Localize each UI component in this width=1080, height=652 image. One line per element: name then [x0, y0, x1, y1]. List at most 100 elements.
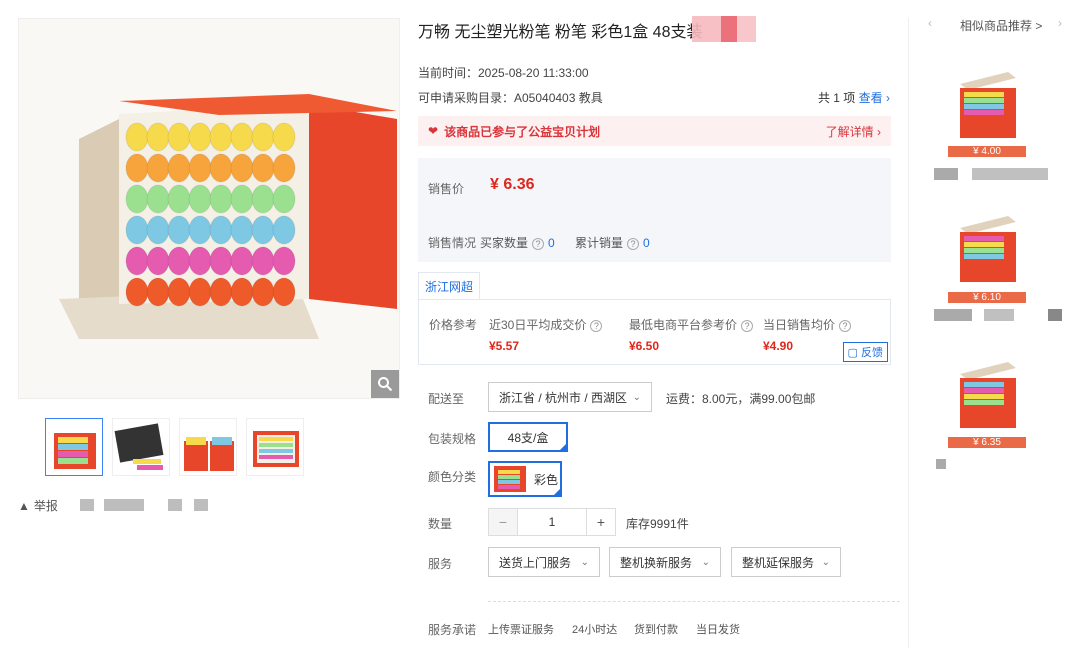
- chalk-stick: [209, 184, 233, 214]
- color-option-multi[interactable]: 彩色: [488, 461, 562, 497]
- thumbnail-3[interactable]: [179, 418, 237, 476]
- chalk-stick: [146, 246, 170, 276]
- feedback-button[interactable]: ▢ 反馈: [842, 342, 888, 362]
- chalk-stick: [251, 184, 275, 214]
- chalk-stick: [125, 122, 149, 152]
- chalk-stick: [230, 277, 254, 307]
- view-link[interactable]: 查看: [859, 91, 883, 105]
- help-icon[interactable]: ?: [627, 238, 640, 250]
- recommend-item-1[interactable]: [948, 54, 1026, 144]
- chalk-stick: [188, 184, 212, 214]
- promise-item: 货到付款: [634, 624, 678, 636]
- charity-link[interactable]: 了解详情 ›: [826, 123, 881, 140]
- recommend-name: [1048, 309, 1062, 321]
- sold-count: 累计销量? 0: [575, 236, 650, 250]
- chalk-stick: [272, 246, 296, 276]
- chalk-stick: [209, 153, 233, 183]
- zoom-icon[interactable]: [371, 370, 399, 398]
- promise-item: 上传票证服务: [488, 624, 554, 636]
- report-link[interactable]: ▲ 举报: [18, 497, 58, 514]
- quantity-input[interactable]: 1: [517, 509, 587, 535]
- service-delivery-select[interactable]: 送货上门服务 ⌄: [488, 547, 600, 577]
- chevron-down-icon: ⌄: [580, 556, 589, 568]
- recommend-name: [934, 309, 972, 321]
- thumbnail-2[interactable]: [112, 418, 170, 476]
- heart-icon: ❤: [428, 124, 439, 138]
- chalk-stick: [167, 122, 191, 152]
- price-panel: 销售价 ¥ 6.36 销售情况 买家数量? 0 累计销量? 0: [418, 158, 891, 262]
- help-icon[interactable]: ?: [590, 320, 603, 332]
- divider: [488, 601, 900, 602]
- thumbnail-4[interactable]: [246, 418, 304, 476]
- chalk-stick: [125, 215, 149, 245]
- current-time: 当前时间：2025-08-20 11:33:00: [418, 66, 589, 80]
- favorite-label: [194, 499, 208, 511]
- ship-label: 配送至: [428, 392, 465, 406]
- chalk-stick: [167, 215, 191, 245]
- recommend-name: [936, 459, 946, 469]
- title-badge: [692, 16, 756, 42]
- thumbnail-1[interactable]: [45, 418, 103, 476]
- chalk-stick: [125, 153, 149, 183]
- ref-lowest-ecommerce: 最低电商平台参考价? ¥6.50: [629, 316, 757, 353]
- sale-price: ¥ 6.36: [490, 176, 535, 193]
- chalk-stick: [188, 246, 212, 276]
- recommend-name: [984, 309, 1014, 321]
- sales-label: 销售情况: [428, 236, 477, 250]
- chalk-stick: [125, 246, 149, 276]
- quantity-stepper: − 1 +: [488, 508, 616, 536]
- chalk-stick: [125, 277, 149, 307]
- help-icon[interactable]: ?: [839, 320, 852, 332]
- chalk-stick: [146, 153, 170, 183]
- chalk-stick: [272, 153, 296, 183]
- help-icon[interactable]: ?: [532, 238, 545, 250]
- pack-label: 包装规格: [428, 432, 477, 446]
- chalk-stick: [251, 153, 275, 183]
- next-icon[interactable]: ›: [1058, 16, 1062, 30]
- chevron-down-icon: ⌄: [701, 556, 710, 568]
- chalk-stick: [209, 122, 233, 152]
- chalk-stick: [146, 215, 170, 245]
- check-corner-icon: [558, 442, 568, 452]
- recommend-item-3[interactable]: [948, 344, 1026, 434]
- chalk-stick: [251, 215, 275, 245]
- help-icon[interactable]: ?: [741, 320, 754, 332]
- increment-button[interactable]: +: [587, 509, 615, 535]
- reference-label: 价格参考: [429, 318, 478, 332]
- chalk-stick: [251, 277, 275, 307]
- favorite-icon[interactable]: [168, 499, 182, 511]
- ship-region-select[interactable]: 浙江省 / 杭州市 / 西湖区 ⌄: [488, 382, 652, 412]
- share-icon[interactable]: [80, 499, 94, 511]
- service-replace-select[interactable]: 整机换新服务 ⌄: [609, 547, 721, 577]
- chalk-stick: [230, 153, 254, 183]
- chalk-stick: [230, 122, 254, 152]
- chalk-stick: [251, 122, 275, 152]
- product-title: 万畅 无尘塑光粉笔 粉笔 彩色1盒 48支装: [418, 24, 703, 41]
- tab-zhejiang[interactable]: 浙江网超: [418, 272, 480, 300]
- decrement-button[interactable]: −: [489, 509, 517, 535]
- count-text: 共 1 项: [817, 91, 856, 105]
- chevron-down-icon: ⌄: [821, 556, 830, 568]
- spec-option-48[interactable]: 48支/盒: [488, 422, 568, 452]
- chalk-stick: [146, 184, 170, 214]
- service-warranty-select[interactable]: 整机延保服务 ⌄: [731, 547, 841, 577]
- price-reference-panel: 价格参考 近30日平均成交价? ¥5.57 最低电商平台参考价? ¥6.50 当…: [418, 299, 891, 365]
- chalk-stick: [272, 122, 296, 152]
- chalk-stick: [230, 215, 254, 245]
- chalk-stick: [272, 184, 296, 214]
- check-corner-icon: [552, 487, 562, 497]
- ref-avg-30d: 近30日平均成交价? ¥5.57: [489, 316, 606, 353]
- chalk-stick: [146, 277, 170, 307]
- catalog-count: 共 1 项 查看 ›: [818, 89, 890, 106]
- chalk-stick: [251, 246, 275, 276]
- chalk-stick: [167, 246, 191, 276]
- price-label: 销售价: [428, 182, 465, 196]
- chevron-right-icon: ›: [882, 91, 890, 105]
- ref-daily-avg: 当日销售均价? ¥4.90: [763, 316, 855, 353]
- recommend-item-2[interactable]: [948, 198, 1026, 288]
- main-product-image[interactable]: [18, 18, 400, 399]
- recommend-name: [934, 168, 958, 180]
- chalk-stick: [188, 153, 212, 183]
- recommend-title[interactable]: 相似商品推荐 >: [960, 17, 1042, 34]
- prev-icon[interactable]: ‹: [928, 16, 932, 30]
